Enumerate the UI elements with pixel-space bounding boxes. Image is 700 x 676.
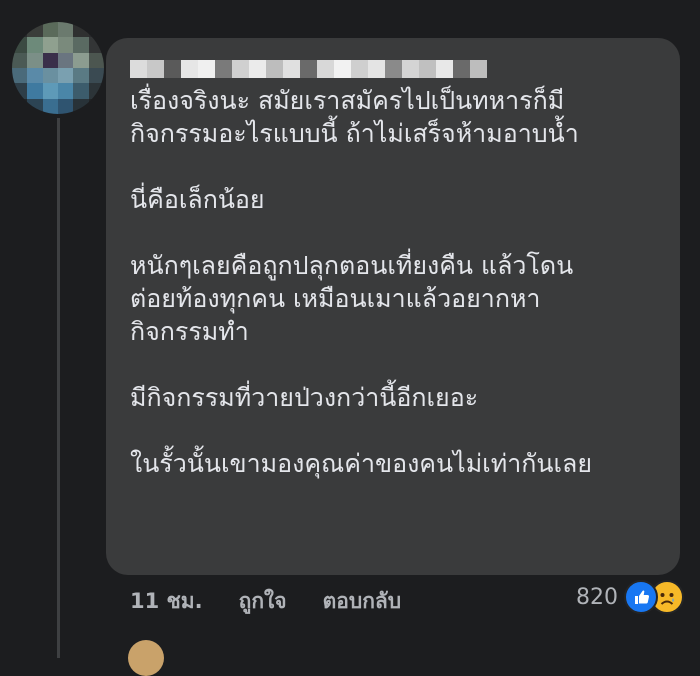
comment-paragraph: ในรั้วนั้นเขามองคุณค่าของคนไม่เท่ากันเลย xyxy=(130,449,592,478)
comment-paragraph: มีกิจกรรมที่วายป่วงกว่านี้อีกเยอะ xyxy=(130,383,479,412)
comment-bubble: เรื่องจริงนะ สมัยเราสมัครไปเป็นทหารก็มี … xyxy=(106,38,680,575)
comment-timestamp[interactable]: 11 ชม. xyxy=(130,585,203,618)
next-comment-avatar[interactable] xyxy=(128,640,164,676)
author-name-blurred[interactable] xyxy=(130,60,487,80)
commenter-avatar[interactable] xyxy=(12,22,104,114)
reaction-count[interactable]: 820 xyxy=(576,585,618,610)
reply-button[interactable]: ตอบกลับ xyxy=(323,585,402,618)
like-button[interactable]: ถูกใจ xyxy=(239,585,287,618)
thread-line xyxy=(57,118,60,658)
like-icon xyxy=(624,580,658,614)
reaction-summary[interactable]: 820 xyxy=(576,580,684,614)
comment-paragraph: นี่คือเล็กน้อย xyxy=(130,185,265,214)
comment-text: เรื่องจริงนะ สมัยเราสมัครไปเป็นทหารก็มี … xyxy=(130,84,670,480)
comment-actions: 11 ชม. ถูกใจ ตอบกลับ xyxy=(130,585,437,618)
comment-paragraph: หนักๆเลยคือถูกปลุกตอนเที่ยงคืน แล้วโดน ต… xyxy=(130,251,574,346)
comment-paragraph: เรื่องจริงนะ สมัยเราสมัครไปเป็นทหารก็มี … xyxy=(130,86,579,148)
